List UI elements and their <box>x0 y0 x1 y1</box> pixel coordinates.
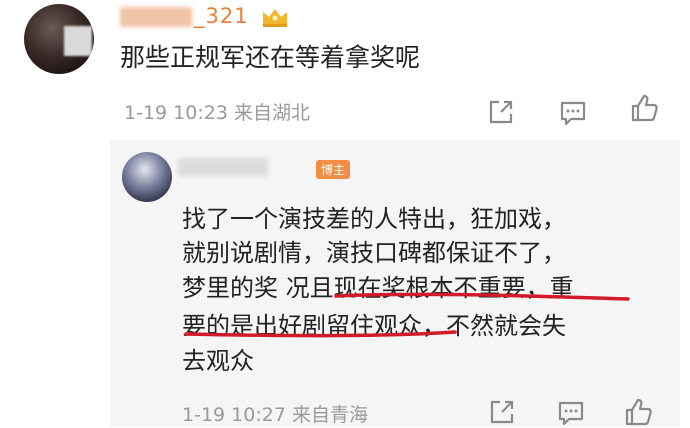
reply-text-line: 梦里的奖 况且现在奖根本不重要，重 <box>182 274 574 302</box>
reply-avatar[interactable] <box>122 152 172 202</box>
comment-icon[interactable] <box>557 96 589 128</box>
reply-text-line: 就别说剧情，演技口碑都保证不了， <box>182 239 566 267</box>
username-redaction <box>178 158 268 176</box>
share-icon[interactable] <box>485 96 517 128</box>
commenter-username[interactable]: _321 <box>120 4 249 28</box>
comment-text: 那些正规军还在等着拿奖呢 <box>120 43 421 72</box>
share-icon[interactable] <box>486 396 518 428</box>
reply-meta: 1-19 10:27 来自青海 <box>182 404 368 426</box>
avatar-redaction <box>64 26 92 56</box>
crown-icon <box>263 9 287 27</box>
author-badge: 博主 <box>316 160 351 179</box>
like-icon[interactable] <box>622 396 654 428</box>
username-text: _321 <box>194 4 249 28</box>
reply-username[interactable] <box>178 156 268 177</box>
username-redaction <box>120 7 192 27</box>
commenter-avatar[interactable] <box>24 4 94 74</box>
comment-meta: 1-19 10:23 来自湖北 <box>124 102 310 124</box>
reply-text-line: 要的是出好剧留住观众，不然就会失 <box>182 312 566 340</box>
reply-text-line: 去观众 <box>182 347 254 375</box>
comment-icon[interactable] <box>555 396 587 428</box>
reply-text-line: 找了一个演技差的人特出，狂加戏， <box>182 205 566 233</box>
like-icon[interactable] <box>628 92 660 124</box>
